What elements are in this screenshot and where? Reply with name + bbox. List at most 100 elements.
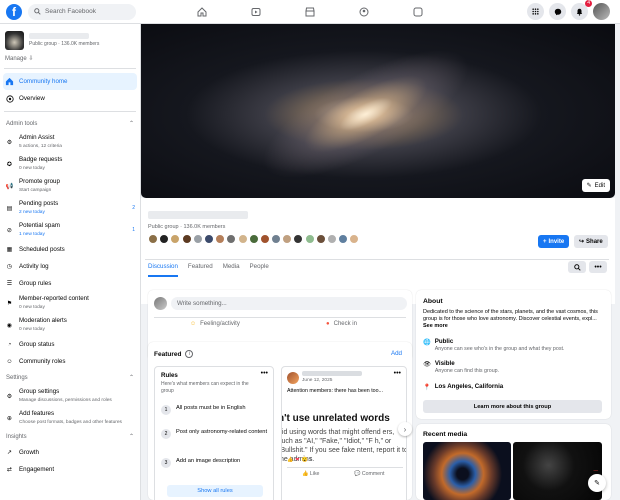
- messenger-icon[interactable]: [549, 3, 566, 20]
- member-avatar[interactable]: [304, 234, 315, 244]
- settings-section-header[interactable]: Settings ⌃: [0, 370, 140, 385]
- smile-icon: ☺: [190, 321, 197, 327]
- member-avatar[interactable]: [237, 234, 248, 244]
- invite-button[interactable]: + Invite: [538, 235, 570, 248]
- profile-avatar[interactable]: [593, 3, 610, 20]
- like-button[interactable]: 👍 Like: [302, 471, 319, 477]
- rules-more-icon[interactable]: •••: [261, 370, 268, 377]
- sidebar-item-community-roles[interactable]: ☺ Community roles: [0, 353, 140, 370]
- featured-post-card[interactable]: June 12, 2025 ••• Attention members: the…: [281, 366, 407, 500]
- admin-tools-section-header[interactable]: Admin tools ⌃: [0, 116, 140, 131]
- pencil-icon: ✎: [586, 183, 592, 189]
- member-avatars[interactable]: [148, 234, 361, 244]
- notifications-icon[interactable]: 4: [571, 0, 592, 20]
- sidebar-item-engagement[interactable]: ⇄ Engagement: [0, 461, 140, 478]
- media-thumbnail[interactable]: —: [513, 442, 602, 500]
- post-date: June 12, 2025: [302, 378, 333, 383]
- home-icon[interactable]: [190, 1, 214, 23]
- sidebar-item-community-home[interactable]: Community home: [3, 73, 137, 90]
- tab-discussion[interactable]: Discussion: [148, 263, 178, 277]
- tab-people[interactable]: People: [250, 263, 269, 277]
- sidebar-group-header[interactable]: Public group · 136.0K members: [0, 24, 140, 50]
- menu-grid-icon[interactable]: [527, 3, 544, 20]
- member-avatar[interactable]: [282, 234, 293, 244]
- check-in-button[interactable]: ● Check in: [326, 321, 357, 327]
- sidebar-item-group-status[interactable]: ◔ Group status: [0, 336, 140, 353]
- member-avatar[interactable]: [293, 234, 304, 244]
- sidebar-item-activity-log[interactable]: ◷ Activity log: [0, 258, 140, 275]
- feeling-activity-button[interactable]: ☺ Feeling/activity: [190, 321, 240, 327]
- sidebar-item-growth[interactable]: ↗ Growth: [0, 444, 140, 461]
- member-avatar[interactable]: [170, 234, 181, 244]
- user-avatar: [154, 297, 167, 310]
- sidebar-item-group-rules[interactable]: ☰ Group rules: [0, 275, 140, 292]
- comment-button[interactable]: 💬 Comment: [354, 471, 384, 477]
- sidebar-item-add-features[interactable]: ⊕ Add features Choose post formats, badge…: [0, 407, 140, 429]
- featured-section: Featured i Add Rules ••• Here's what memb…: [148, 342, 412, 500]
- post-reactions[interactable]: 👍 ❤ 😮 6: [287, 457, 312, 463]
- media-thumbnail[interactable]: [423, 442, 511, 500]
- sidebar-item-badge-requests[interactable]: ✪ Badge requests 0 new today: [0, 153, 140, 175]
- search-input[interactable]: Search Facebook: [28, 3, 136, 20]
- sidebar-item-member-reported-content[interactable]: ⚑ Member-reported content 0 new today: [0, 292, 140, 314]
- sidebar-item-group-settings[interactable]: ⚙ Group settings Manage discussions, perm…: [0, 385, 140, 407]
- like-reaction-icon: 👍: [287, 457, 294, 463]
- member-avatar[interactable]: [226, 234, 237, 244]
- sidebar-item-pending-posts[interactable]: ▤ Pending posts 2 new today 2: [0, 197, 140, 219]
- search-group-button[interactable]: [568, 261, 586, 273]
- member-avatar[interactable]: [181, 234, 192, 244]
- learn-more-button[interactable]: Learn more about this group: [423, 400, 602, 413]
- sidebar-item-scheduled-posts[interactable]: ▦ Scheduled posts: [0, 241, 140, 258]
- marketplace-icon[interactable]: [298, 1, 322, 23]
- info-icon[interactable]: i: [185, 350, 194, 358]
- recent-media-title: Recent media: [423, 431, 468, 438]
- member-avatar[interactable]: [192, 234, 203, 244]
- member-avatar[interactable]: [338, 234, 349, 244]
- edit-cover-button[interactable]: ✎ Edit: [581, 179, 610, 192]
- notification-badge: 4: [585, 0, 592, 7]
- sidebar-group-meta: Public group · 136.0K members: [29, 41, 100, 47]
- member-avatar[interactable]: [271, 234, 282, 244]
- write-post-input[interactable]: Write something...: [171, 297, 407, 310]
- carousel-next-button[interactable]: ›: [398, 422, 412, 436]
- tab-media[interactable]: Media: [223, 263, 240, 277]
- gaming-icon[interactable]: [406, 1, 430, 23]
- manage-label[interactable]: Manage ⇩: [0, 50, 140, 64]
- member-avatar[interactable]: [248, 234, 259, 244]
- post-more-icon[interactable]: •••: [394, 370, 401, 377]
- more-options-button[interactable]: •••: [589, 261, 607, 273]
- alert-icon: ◉: [6, 321, 13, 329]
- member-avatar[interactable]: [349, 234, 360, 244]
- rules-title: Rules: [161, 372, 178, 379]
- new-message-button[interactable]: ✎: [588, 474, 606, 492]
- sidebar-item-promote-group[interactable]: 📢 Promote group Start campaign: [0, 175, 140, 197]
- gear-icon: ⚙: [6, 392, 13, 400]
- member-avatar[interactable]: [159, 234, 170, 244]
- tab-featured[interactable]: Featured: [188, 263, 213, 277]
- sidebar-item-admin-assist[interactable]: ⚙ Admin Assist 5 actions, 12 criteria: [0, 131, 140, 153]
- member-avatar[interactable]: [203, 234, 214, 244]
- sidebar-item-moderation-alerts[interactable]: ◉ Moderation alerts 0 new today: [0, 314, 140, 336]
- member-avatar[interactable]: [327, 234, 337, 244]
- member-avatar[interactable]: [259, 234, 270, 244]
- groups-icon[interactable]: [352, 1, 376, 23]
- member-avatar[interactable]: [215, 234, 226, 244]
- insights-section-header[interactable]: Insights ⌃: [0, 429, 140, 444]
- search-placeholder: Search Facebook: [45, 8, 96, 15]
- see-more-link[interactable]: See more: [423, 323, 448, 329]
- sidebar-item-overview[interactable]: Overview: [0, 90, 140, 107]
- rules-card: Rules ••• Here's what members can expect…: [154, 366, 274, 500]
- facebook-logo[interactable]: f: [6, 3, 22, 20]
- show-all-rules-button[interactable]: Show all rules: [167, 485, 263, 497]
- about-title: About: [423, 298, 443, 305]
- love-reaction-icon: ❤: [295, 457, 300, 463]
- add-featured-link[interactable]: Add: [391, 350, 402, 357]
- post-author-name-redacted: [302, 371, 362, 376]
- flag-icon: ⚑: [6, 299, 13, 307]
- video-icon[interactable]: [244, 1, 268, 23]
- group-name-redacted: [29, 33, 89, 39]
- share-button[interactable]: ↪ Share: [574, 235, 608, 248]
- member-avatar[interactable]: [315, 234, 326, 244]
- member-avatar[interactable]: [148, 234, 158, 244]
- sidebar-item-potential-spam[interactable]: ⊘ Potential spam 1 new today 1: [0, 219, 140, 241]
